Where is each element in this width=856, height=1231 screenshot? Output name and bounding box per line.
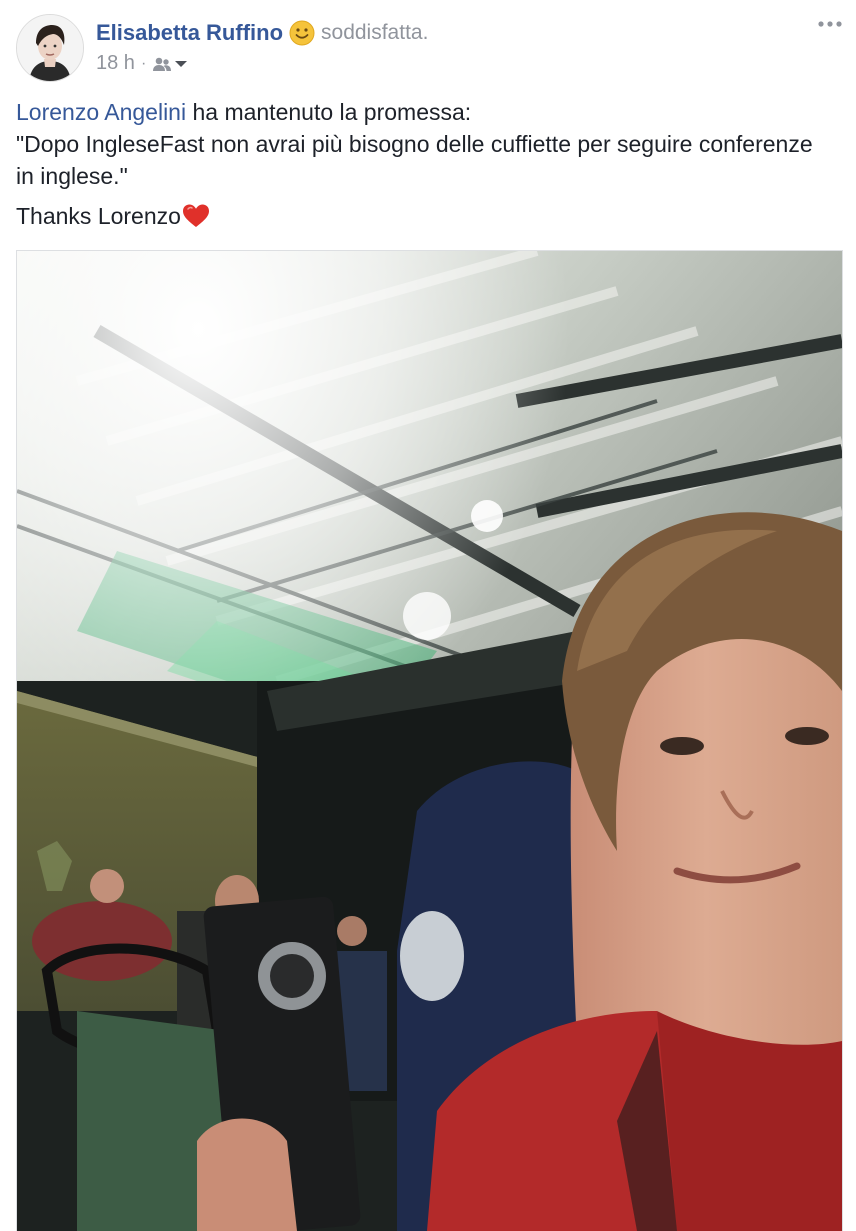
- smiley-face-icon: [289, 20, 315, 46]
- chevron-down-icon: [175, 60, 188, 67]
- feeling-status: soddisfatta.: [321, 21, 429, 44]
- message-thanks: Thanks Lorenzo: [16, 200, 836, 232]
- mention-link[interactable]: Lorenzo Angelini: [16, 99, 186, 125]
- message-line-1: Lorenzo Angelini ha mantenuto la promess…: [16, 96, 836, 128]
- audience-selector[interactable]: [152, 56, 188, 72]
- message-quote: "Dopo IngleseFast non avrai più bisogno …: [16, 131, 813, 189]
- message-line-1-text: ha mantenuto la promessa:: [186, 99, 472, 125]
- post-message: Lorenzo Angelini ha mantenuto la promess…: [16, 96, 836, 232]
- post-photo[interactable]: [16, 250, 843, 1231]
- post-timestamp[interactable]: 18 h: [96, 52, 135, 75]
- friends-icon: [153, 57, 172, 71]
- post-header: Elisabetta Ruffino soddisfatta. 18 h ·: [0, 0, 856, 90]
- author-name-link[interactable]: Elisabetta Ruffino: [96, 20, 283, 46]
- meta-separator: ·: [140, 54, 147, 72]
- heart-icon: [182, 204, 209, 227]
- more-options-icon[interactable]: [816, 14, 844, 34]
- selfie-photo-image: [17, 251, 842, 1231]
- message-thanks-text: Thanks Lorenzo: [16, 203, 181, 229]
- author-avatar[interactable]: [16, 14, 84, 82]
